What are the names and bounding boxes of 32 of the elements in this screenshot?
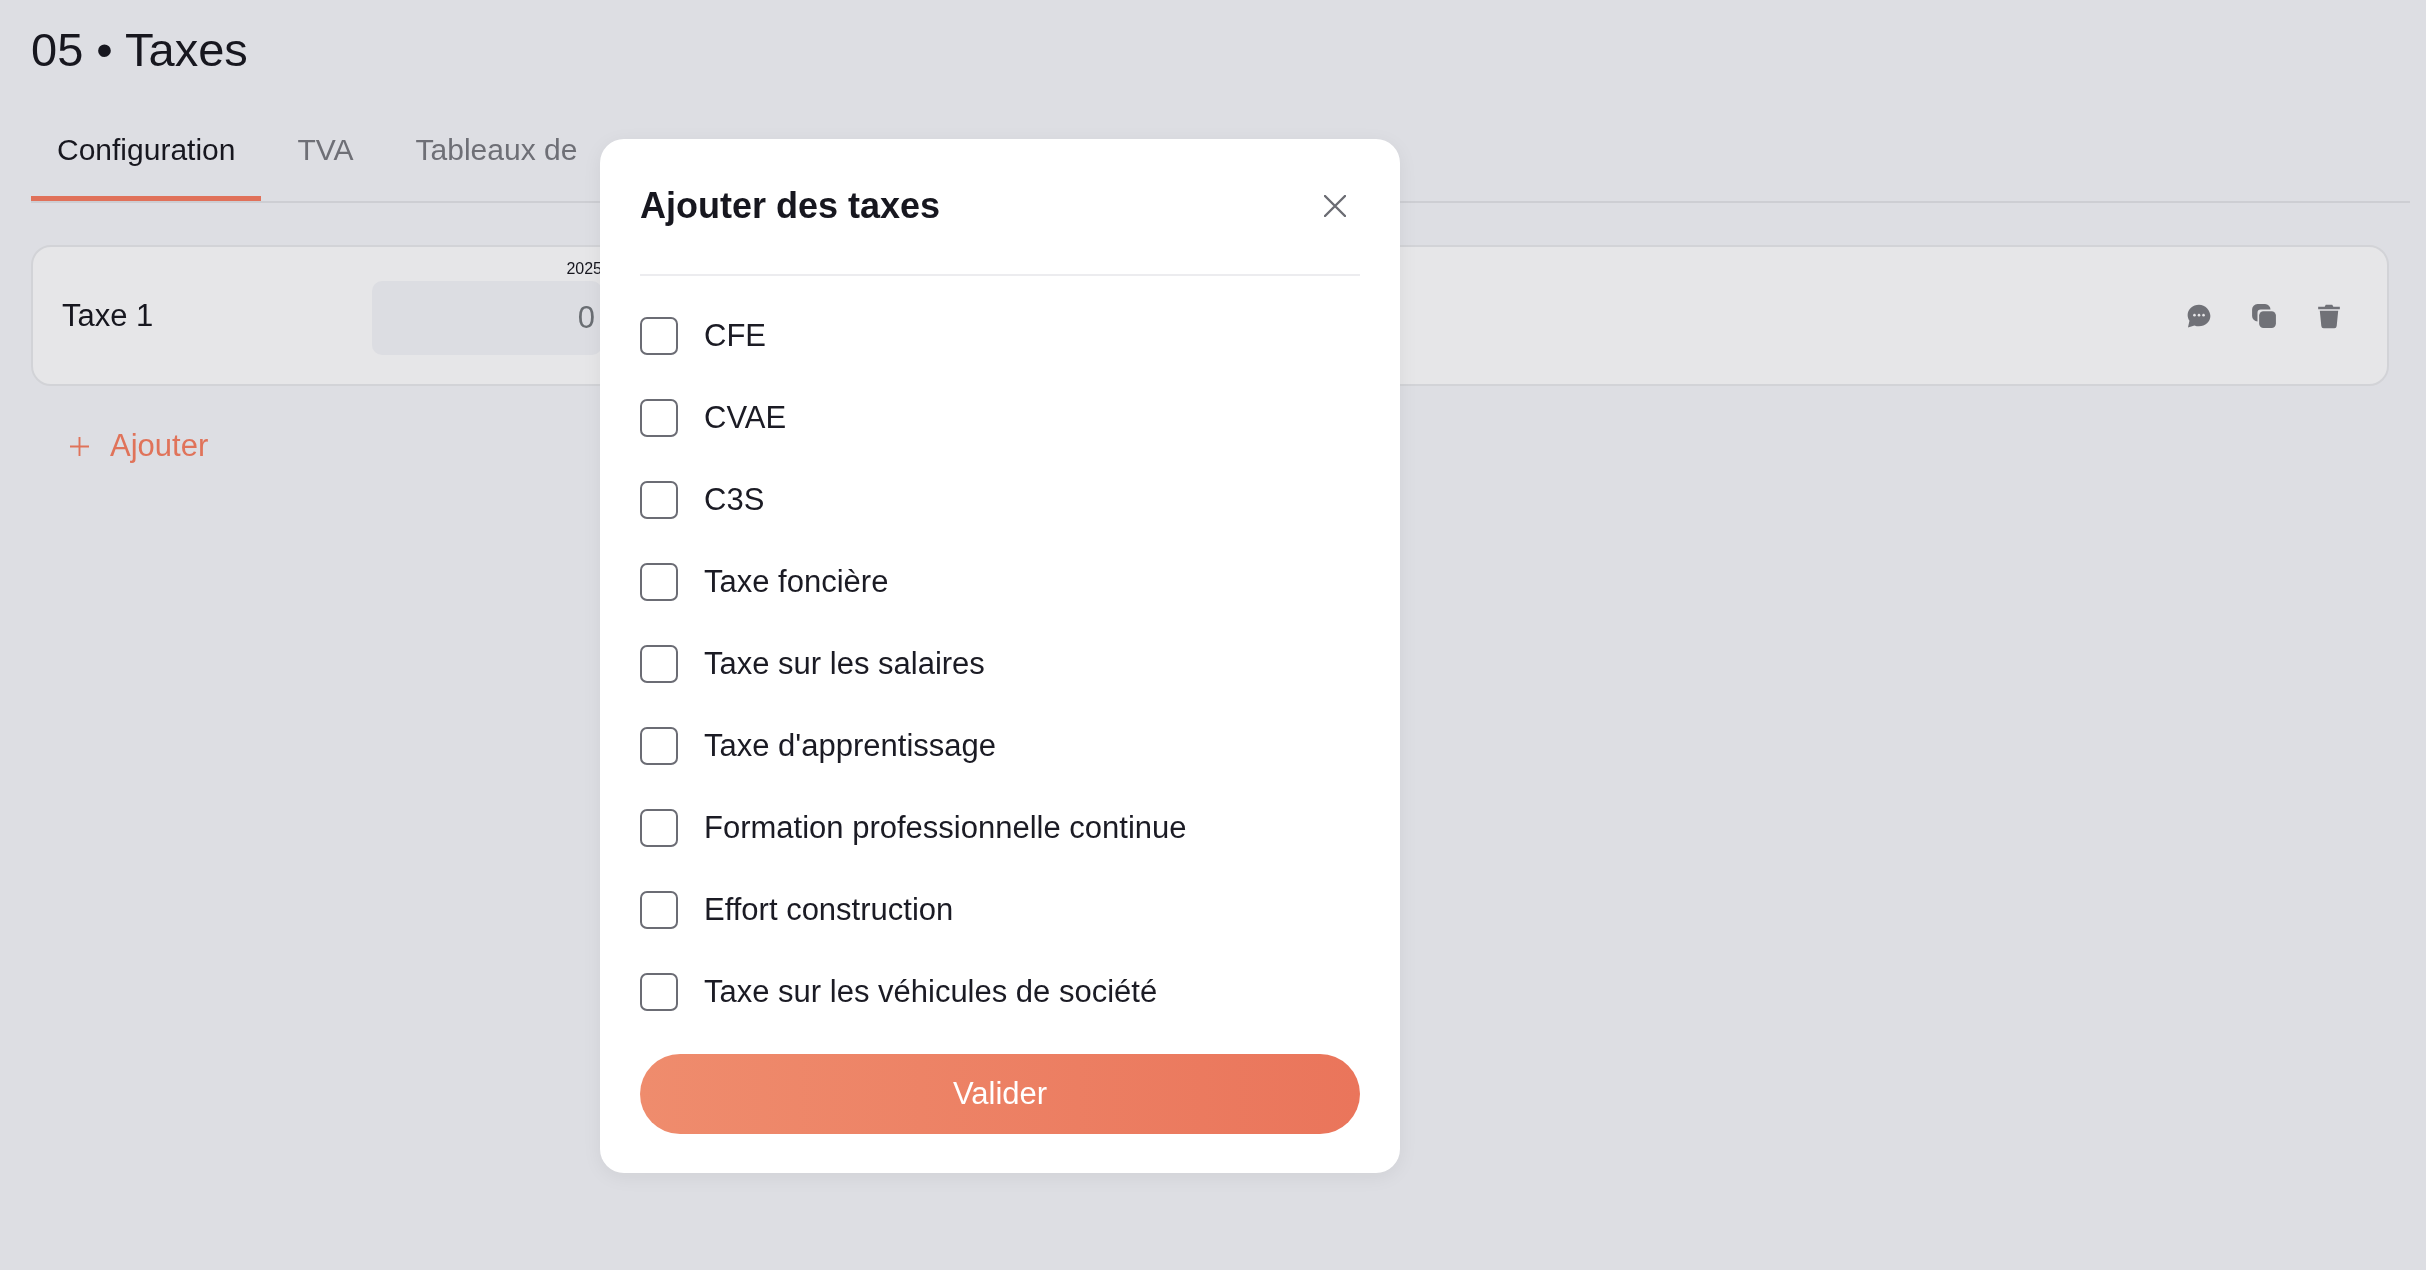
- checkbox-label: Taxe sur les véhicules de société: [704, 973, 1158, 1011]
- tab[interactable]: TVA: [271, 118, 380, 201]
- trash-icon[interactable]: [2316, 302, 2342, 329]
- checkbox-label: C3S: [704, 481, 765, 519]
- checkbox[interactable]: [640, 891, 678, 929]
- checkbox[interactable]: [640, 645, 678, 683]
- validate-button[interactable]: Valider: [640, 1054, 1360, 1134]
- checkbox[interactable]: [640, 399, 678, 437]
- checkbox-label: Formation professionnelle continue: [704, 809, 1187, 847]
- checkbox[interactable]: [640, 481, 678, 519]
- year-label: 2025: [566, 260, 602, 278]
- checkbox-label: CFE: [704, 317, 766, 355]
- checkbox[interactable]: [640, 563, 678, 601]
- checkbox-label: Taxe foncière: [704, 563, 889, 601]
- plus-icon: [70, 436, 89, 456]
- checkbox-label: CVAE: [704, 399, 787, 437]
- checkbox-label: Taxe d'apprentissage: [704, 727, 996, 765]
- checkbox[interactable]: [640, 809, 678, 847]
- tax-name: Taxe 1: [62, 296, 154, 335]
- tab[interactable]: Tableaux de: [389, 118, 604, 201]
- checkbox-label: Effort construction: [704, 891, 954, 929]
- page-title: 05 • Taxes: [31, 22, 248, 77]
- copy-icon[interactable]: [2251, 302, 2277, 329]
- checkbox[interactable]: [640, 727, 678, 765]
- checkbox[interactable]: [640, 973, 678, 1011]
- modal-title: Ajouter des taxes: [640, 184, 941, 228]
- close-icon[interactable]: [1324, 195, 1346, 217]
- amount-field[interactable]: 0: [372, 281, 602, 355]
- checkbox-label: Taxe sur les salaires: [704, 645, 985, 683]
- comment-icon[interactable]: [2186, 302, 2212, 329]
- add-button[interactable]: Ajouter: [70, 428, 209, 464]
- checkbox[interactable]: [640, 317, 678, 355]
